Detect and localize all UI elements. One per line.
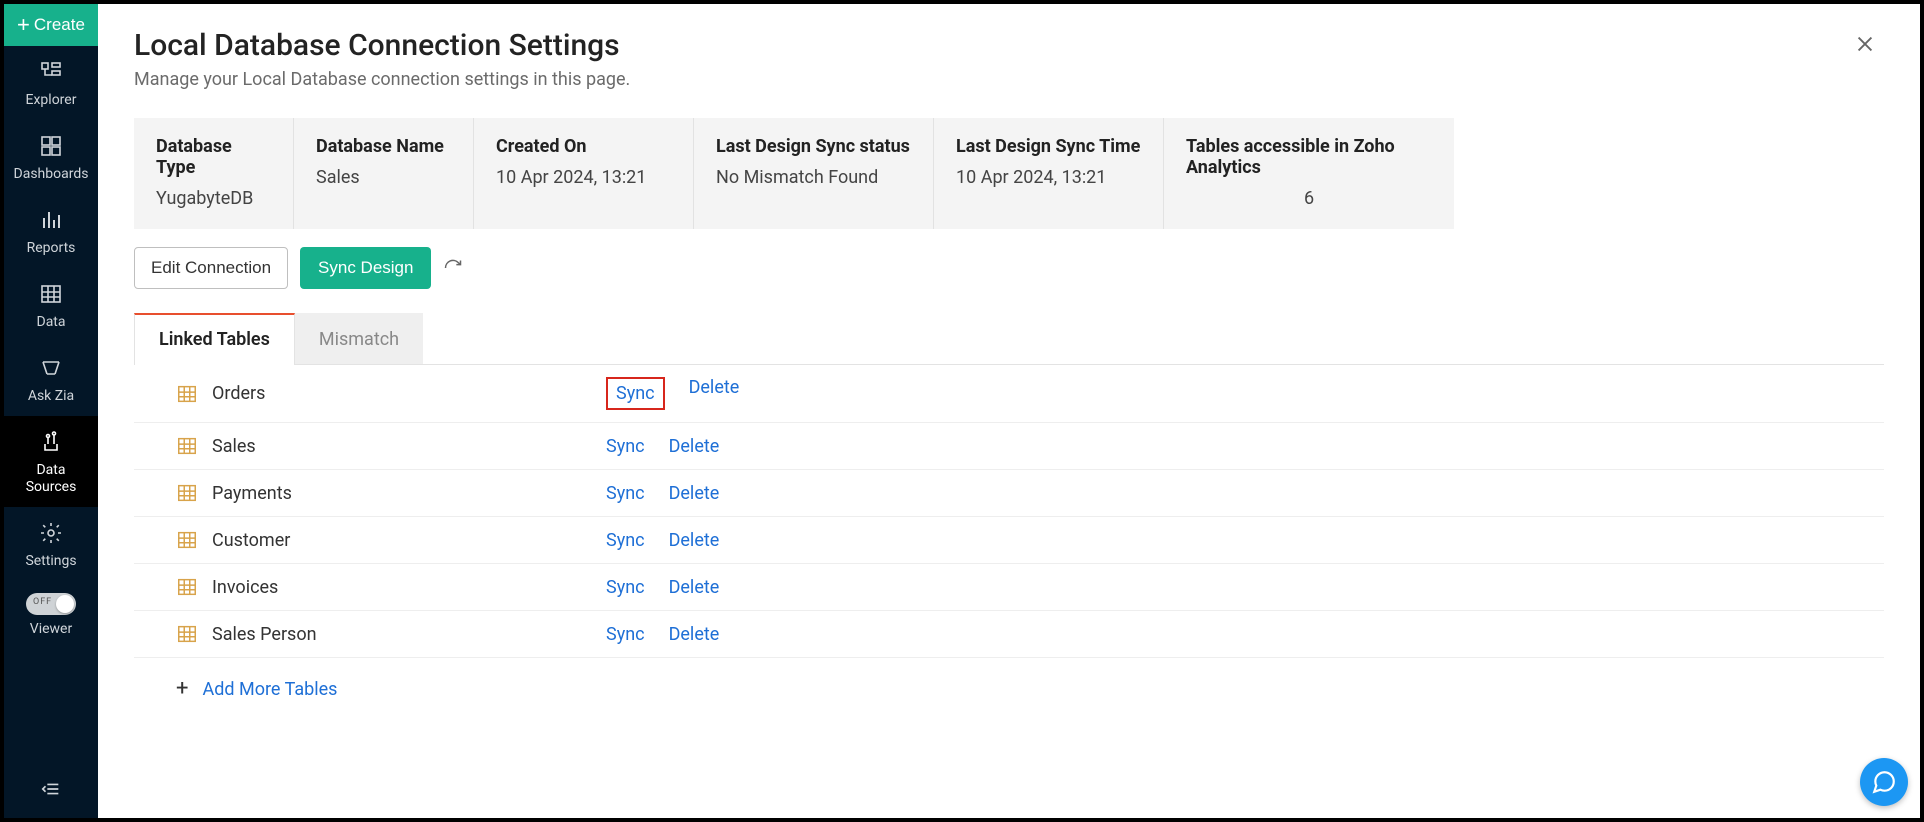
page-subtitle: Manage your Local Database connection se… [134,69,630,90]
table-name: Customer [212,530,290,551]
sidebar-collapse-button[interactable] [4,760,98,818]
table-row: Payments Sync Delete [134,470,1884,517]
table-icon [176,482,198,504]
table-name: Sales [212,436,256,457]
table-name: Payments [212,483,292,504]
info-tables-count-value: 6 [1186,188,1432,209]
explorer-icon [39,60,63,84]
sync-link[interactable]: Sync [606,377,665,410]
table-row: Orders Sync Delete [134,365,1884,423]
info-db-name-label: Database Name [316,136,451,157]
sync-link[interactable]: Sync [606,577,645,598]
reports-icon [39,208,63,232]
refresh-icon[interactable] [443,258,463,278]
nav-label: Settings [25,553,76,569]
create-button[interactable]: + Create [4,4,98,46]
sync-link[interactable]: Sync [606,530,645,551]
sync-link[interactable]: Sync [606,624,645,645]
info-last-status-label: Last Design Sync status [716,136,911,157]
page-title: Local Database Connection Settings [134,28,630,63]
toggle-off-label: OFF [33,597,52,607]
table-row: Customer Sync Delete [134,517,1884,564]
info-last-time-value: 10 Apr 2024, 13:21 [956,167,1141,188]
plus-icon: + [17,14,30,36]
nav-label: Ask Zia [28,388,74,404]
tables-list: Orders Sync Delete Sales Sync Delete Payments S… [134,365,1884,658]
sidebar-item-ask-zia[interactable]: Ask Zia [4,342,98,416]
sidebar-item-data-sources[interactable]: Data Sources [4,416,98,506]
info-bar: Database Type YugabyteDB Database Name S… [134,118,1454,229]
table-icon [176,623,198,645]
create-label: Create [34,15,85,35]
info-db-name-value: Sales [316,167,451,188]
add-more-tables-link[interactable]: Add More Tables [202,679,337,700]
viewer-label: Viewer [30,621,72,637]
data-sources-icon [39,430,63,454]
delete-link[interactable]: Delete [669,483,720,504]
ask-zia-icon [39,356,63,380]
table-name: Invoices [212,577,278,598]
dashboards-icon [39,134,63,158]
viewer-toggle[interactable]: OFF [26,593,76,615]
table-row: Sales Person Sync Delete [134,611,1884,658]
sidebar-item-data[interactable]: Data [4,268,98,342]
close-button[interactable] [1846,28,1884,66]
tab-linked-tables[interactable]: Linked Tables [134,313,295,365]
nav-label: Data [37,314,66,330]
info-created-on-value: 10 Apr 2024, 13:21 [496,167,671,188]
sync-link[interactable]: Sync [606,436,645,457]
info-tables-count-label: Tables accessible in Zoho Analytics [1186,136,1432,178]
main-content: Local Database Connection Settings Manag… [98,4,1920,818]
table-name: Orders [212,383,265,404]
table-icon [176,576,198,598]
add-plus-icon[interactable]: + [176,678,188,700]
table-icon [176,435,198,457]
viewer-toggle-wrap: OFF Viewer [4,581,98,649]
tabs: Linked Tables Mismatch [134,313,1884,365]
sync-link[interactable]: Sync [606,483,645,504]
sidebar-item-settings[interactable]: Settings [4,507,98,581]
info-created-on-label: Created On [496,136,671,157]
nav-label: Explorer [26,92,77,108]
data-icon [39,282,63,306]
sidebar-item-reports[interactable]: Reports [4,194,98,268]
table-name: Sales Person [212,624,317,645]
table-icon [176,383,198,405]
sidebar: + Create Explorer Dashboards Reports [4,4,98,818]
table-row: Invoices Sync Delete [134,564,1884,611]
delete-link[interactable]: Delete [669,530,720,551]
info-db-type-label: Database Type [156,136,271,178]
edit-connection-button[interactable]: Edit Connection [134,247,288,289]
sidebar-item-explorer[interactable]: Explorer [4,46,98,120]
tab-mismatch[interactable]: Mismatch [295,313,423,364]
delete-link[interactable]: Delete [669,624,720,645]
nav-label: Data Sources [26,462,77,494]
info-db-type-value: YugabyteDB [156,188,271,209]
delete-link[interactable]: Delete [669,436,720,457]
table-icon [176,529,198,551]
sidebar-item-dashboards[interactable]: Dashboards [4,120,98,194]
delete-link[interactable]: Delete [689,377,740,410]
nav-label: Dashboards [14,166,89,182]
info-last-status-value: No Mismatch Found [716,167,911,188]
delete-link[interactable]: Delete [669,577,720,598]
sync-design-button[interactable]: Sync Design [300,247,431,289]
nav-label: Reports [27,240,76,256]
info-last-time-label: Last Design Sync Time [956,136,1141,157]
chat-fab[interactable] [1860,758,1908,806]
settings-icon [39,521,63,545]
table-row: Sales Sync Delete [134,423,1884,470]
